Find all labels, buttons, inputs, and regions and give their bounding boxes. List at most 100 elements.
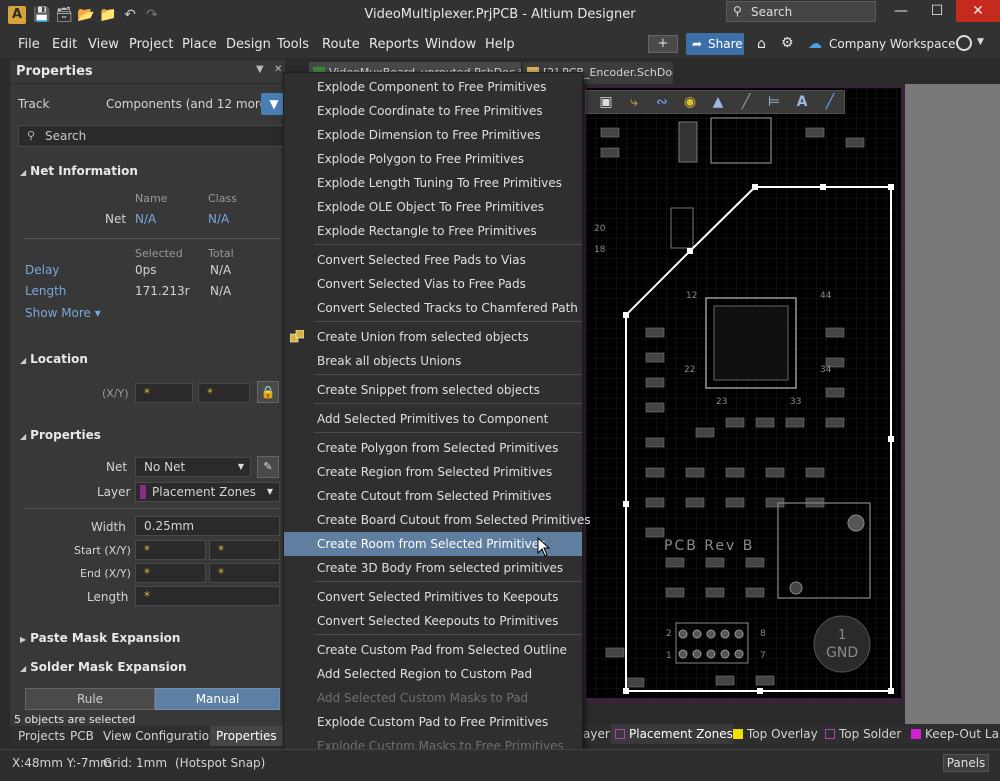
text-icon[interactable]: A (792, 94, 812, 110)
menu-item-explode-component[interactable]: Explode Component to Free Primitives (284, 75, 582, 99)
menu-item-create-board-cutout[interactable]: Create Board Cutout from Selected Primit… (284, 508, 591, 532)
home-icon[interactable]: ⌂ (757, 36, 766, 52)
menu-item-create-union[interactable]: Create Union from selected objects (284, 325, 582, 349)
tab-properties[interactable]: Properties (210, 726, 283, 746)
eyedropper-button[interactable]: ✎ (257, 456, 279, 478)
menu-item-explode-length-tuning[interactable]: Explode Length Tuning To Free Primitives (284, 171, 582, 195)
lock-button[interactable]: 🔒 (257, 381, 279, 403)
open-project-icon[interactable]: 📁 (99, 6, 117, 24)
gear-icon[interactable]: ⚙ (781, 35, 794, 51)
menu-item-add-to-component[interactable]: Add Selected Primitives to Component (284, 407, 582, 431)
menu-reports[interactable]: Reports (369, 37, 419, 52)
start-y-field[interactable]: * (209, 540, 280, 560)
layer-tab-top-overlay[interactable]: Top Overlay (729, 724, 818, 744)
chevron-down-icon[interactable]: ▼ (977, 37, 984, 47)
manual-toggle[interactable]: Manual (155, 688, 280, 710)
menu-tools[interactable]: Tools (277, 37, 309, 52)
pin-icon[interactable]: ▼ (256, 64, 264, 75)
menu-item-explode-ole-object[interactable]: Explode OLE Object To Free Primitives (284, 195, 582, 219)
component-icon[interactable]: ▣ (596, 94, 616, 110)
net-dropdown[interactable]: No Net ▼ (135, 457, 251, 477)
menu-item-create-snippet[interactable]: Create Snippet from selected objects (284, 378, 582, 402)
save-icon[interactable]: 💾 (33, 6, 51, 24)
menu-item-create-polygon[interactable]: Create Polygon from Selected Primitives (284, 436, 582, 460)
show-more-link[interactable]: Show More ▾ (25, 306, 101, 320)
properties-search-input[interactable]: ⚲ Search (18, 125, 293, 147)
menu-view[interactable]: View (88, 37, 119, 52)
rule-toggle[interactable]: Rule (25, 688, 155, 710)
menu-item-break-unions[interactable]: Break all objects Unions (284, 349, 582, 373)
menu-item-explode-custom-pad[interactable]: Explode Custom Pad to Free Primitives (284, 710, 582, 734)
delay-label[interactable]: Delay (25, 263, 59, 277)
menu-item-create-3d-body[interactable]: Create 3D Body From selected primitives (284, 556, 582, 580)
tab-view-configuration[interactable]: View Configuration (97, 726, 223, 746)
length-label[interactable]: Length (25, 284, 66, 298)
polygon-icon[interactable]: ▲ (708, 94, 728, 110)
layer-tab-placement-zones[interactable]: Placement Zones (611, 724, 733, 744)
start-x-field[interactable]: * (135, 540, 206, 560)
end-y-field[interactable]: * (209, 563, 280, 583)
menu-help[interactable]: Help (485, 37, 515, 52)
location-y-field[interactable]: * (198, 383, 250, 403)
workspace-label[interactable]: Company Workspace (829, 37, 956, 51)
location-x-field[interactable]: * (135, 383, 193, 403)
section-paste-mask[interactable]: ▶ Paste Mask Expansion (20, 631, 180, 645)
menu-item-create-region[interactable]: Create Region from Selected Primitives (284, 460, 582, 484)
layer-tab-top-solder[interactable]: Top Solder (821, 724, 901, 744)
menu-place[interactable]: Place (182, 37, 217, 52)
net-class-value[interactable]: N/A (208, 212, 229, 226)
pcb-canvas[interactable]: PCB Rev B 1 GND 20 18 12 44 22 34 23 33 … (586, 88, 901, 698)
menu-project[interactable]: Project (129, 37, 173, 52)
add-button[interactable]: + (648, 35, 678, 53)
menu-route[interactable]: Route (322, 37, 360, 52)
track-length-field[interactable]: * (135, 586, 280, 606)
menu-item-explode-polygon[interactable]: Explode Polygon to Free Primitives (284, 147, 582, 171)
menu-item-create-cutout[interactable]: Create Cutout from Selected Primitives (284, 484, 582, 508)
layer-tab-keep-out[interactable]: Keep-Out La (907, 724, 999, 744)
menu-item-explode-coordinate[interactable]: Explode Coordinate to Free Primitives (284, 99, 582, 123)
layer-dropdown[interactable]: Placement Zones ▼ (135, 482, 280, 502)
route-icon[interactable]: ⤷ (624, 94, 644, 110)
undo-icon[interactable]: ↶ (121, 6, 139, 24)
minimize-button[interactable]: — (883, 0, 919, 22)
properties-header: Properties ▼ ✕ (10, 60, 285, 84)
menu-item-explode-rectangle[interactable]: Explode Rectangle to Free Primitives (284, 219, 582, 243)
search-input[interactable]: ⚲ Search (726, 1, 876, 22)
via-icon[interactable]: ◉ (680, 94, 700, 110)
section-solder-mask[interactable]: ◢ Solder Mask Expansion (20, 660, 187, 674)
menu-item-convert-to-keepouts[interactable]: Convert Selected Primitives to Keepouts (284, 585, 582, 609)
section-net-information[interactable]: ◢ Net Information (20, 164, 138, 178)
draw-line-icon[interactable]: ╱ (820, 94, 840, 110)
menu-item-convert-keepouts[interactable]: Convert Selected Keepouts to Primitives (284, 609, 582, 633)
menu-item-convert-vias-to-pads[interactable]: Convert Selected Vias to Free Pads (284, 272, 582, 296)
net-name-value[interactable]: N/A (135, 212, 156, 226)
maximize-button[interactable]: ☐ (919, 0, 955, 22)
menu-file[interactable]: File (18, 37, 40, 52)
end-x-field[interactable]: * (135, 563, 206, 583)
menu-item-convert-pads-to-vias[interactable]: Convert Selected Free Pads to Vias (284, 248, 582, 272)
close-button[interactable]: ✕ (956, 0, 1000, 22)
menu-item-add-region-to-pad[interactable]: Add Selected Region to Custom Pad (284, 662, 582, 686)
save-all-icon[interactable]: 🗃 (55, 6, 73, 24)
menu-item-convert-tracks-chamfered[interactable]: Convert Selected Tracks to Chamfered Pat… (284, 296, 582, 320)
width-field[interactable]: 0.25mm (135, 516, 280, 536)
interactive-tuning-icon[interactable]: ∾ (652, 94, 672, 110)
menu-design[interactable]: Design (226, 37, 271, 52)
properties-panel: Properties ▼ ✕ Track Components (and 12 … (10, 60, 293, 746)
tab-projects[interactable]: Projects (12, 726, 71, 746)
panel-menu-icon[interactable]: ✕ (274, 64, 282, 75)
dimension-icon[interactable]: ⊨ (764, 94, 784, 110)
menu-window[interactable]: Window (425, 37, 476, 52)
section-location[interactable]: ◢ Location (20, 352, 88, 366)
share-button[interactable]: ➦ Share (686, 33, 744, 55)
user-avatar-icon[interactable] (956, 35, 972, 51)
redo-icon[interactable]: ↷ (143, 6, 161, 24)
menu-item-create-custom-pad[interactable]: Create Custom Pad from Selected Outline (284, 638, 582, 662)
menu-edit[interactable]: Edit (52, 37, 77, 52)
menu-item-explode-dimension[interactable]: Explode Dimension to Free Primitives (284, 123, 582, 147)
panels-button[interactable]: Panels (943, 754, 989, 772)
section-properties[interactable]: ◢ Properties (20, 428, 101, 442)
open-folder-icon[interactable]: 📂 (77, 6, 95, 24)
tab-pcb[interactable]: PCB (64, 726, 100, 746)
line-icon[interactable]: ╱ (736, 94, 756, 110)
